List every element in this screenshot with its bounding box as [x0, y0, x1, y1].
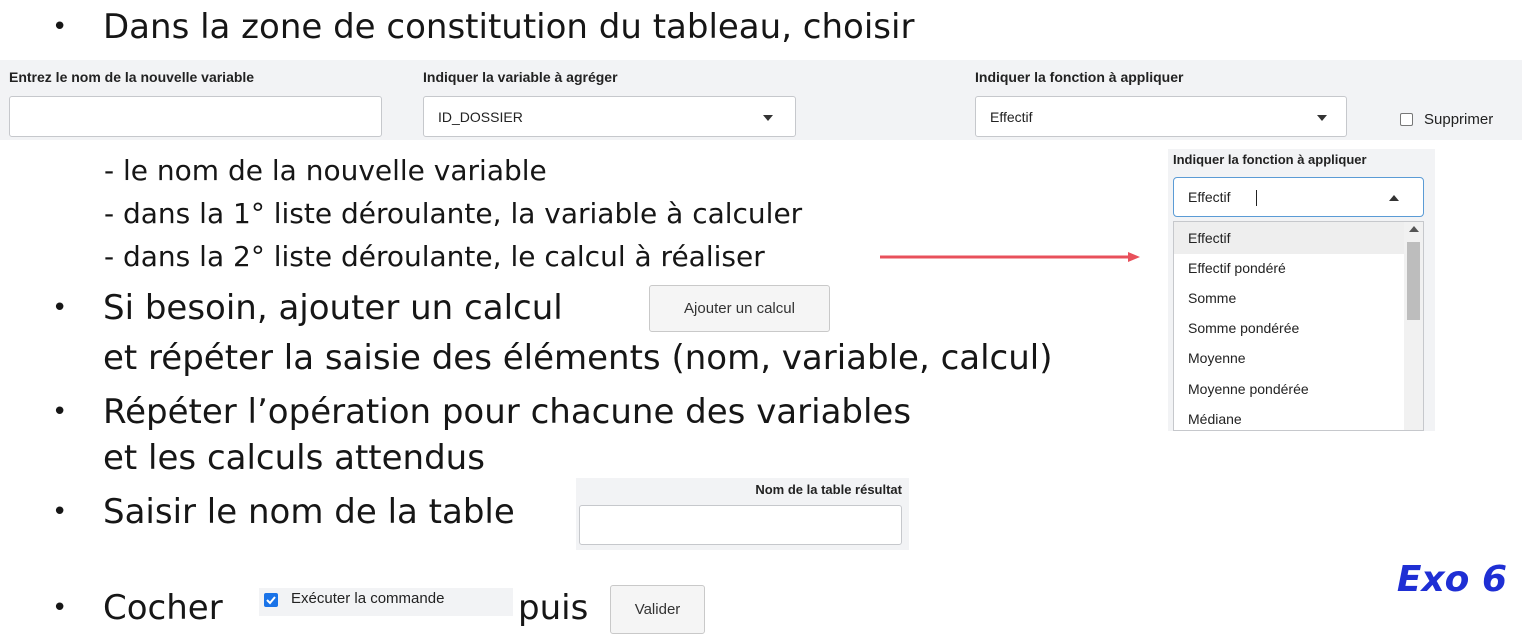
dropdown-option[interactable]: Médiane	[1188, 411, 1242, 427]
instruction-line-5b: puis	[518, 588, 589, 628]
dropdown-label: Indiquer la fonction à appliquer	[1173, 152, 1367, 167]
varname-input[interactable]	[9, 96, 382, 137]
aggvar-select[interactable]: ID_DOSSIER	[423, 96, 796, 137]
dropdown-select-open[interactable]: Effectif	[1173, 177, 1424, 217]
instruction-sub-1: - le nom de la nouvelle variable	[104, 154, 547, 187]
add-calc-button[interactable]: Ajouter un calcul	[649, 285, 830, 332]
dropdown-scrollbar[interactable]	[1404, 222, 1423, 430]
aggvar-label: Indiquer la variable à agréger	[423, 69, 618, 85]
dropdown-value: Effectif	[1188, 189, 1231, 205]
dropdown-option[interactable]: Moyenne	[1188, 350, 1246, 366]
instruction-line-3a: Répéter l’opération pour chacune des var…	[103, 392, 912, 432]
dropdown-option[interactable]: Moyenne pondérée	[1188, 381, 1309, 397]
result-table-label: Nom de la table résultat	[755, 482, 902, 497]
instruction-line-2b: et répéter la saisie des éléments (nom, …	[103, 338, 1053, 378]
dropdown-option[interactable]: Somme pondérée	[1188, 320, 1299, 336]
result-table-input[interactable]	[579, 505, 902, 545]
aggvar-value: ID_DOSSIER	[438, 109, 523, 125]
delete-label: Supprimer	[1424, 111, 1494, 128]
instruction-sub-2: - dans la 1° liste déroulante, la variab…	[104, 197, 803, 230]
bullet: •	[52, 497, 68, 527]
bullet: •	[52, 12, 68, 42]
dropdown-option[interactable]: Somme	[1188, 290, 1236, 306]
execute-option: Exécuter la commande	[259, 588, 513, 616]
bullet: •	[52, 593, 68, 623]
exercise-label: Exo 6	[1396, 559, 1507, 600]
chevron-down-icon	[1317, 115, 1327, 121]
execute-label: Exécuter la commande	[291, 590, 445, 607]
func-label: Indiquer la fonction à appliquer	[975, 69, 1184, 85]
bullet: •	[52, 397, 68, 427]
bullet: •	[52, 293, 68, 323]
chevron-down-icon	[763, 115, 773, 121]
scrollbar-thumb[interactable]	[1407, 242, 1420, 320]
instruction-sub-3: - dans la 2° liste déroulante, le calcul…	[104, 240, 765, 273]
instruction-line-5a: Cocher	[103, 588, 223, 628]
func-value: Effectif	[990, 109, 1033, 125]
varname-label: Entrez le nom de la nouvelle variable	[9, 69, 255, 85]
validate-button[interactable]: Valider	[610, 585, 705, 634]
dropdown-option[interactable]: Effectif	[1188, 230, 1231, 246]
text-cursor	[1256, 190, 1257, 206]
func-select[interactable]: Effectif	[975, 96, 1347, 137]
function-dropdown-panel: Indiquer la fonction à appliquer Effecti…	[1168, 149, 1435, 431]
check-icon	[266, 596, 276, 605]
delete-checkbox[interactable]	[1400, 113, 1413, 126]
scroll-up-icon[interactable]	[1409, 226, 1419, 232]
arrow-right-icon	[880, 252, 1140, 262]
instruction-line-1: Dans la zone de constitution du tableau,…	[103, 7, 915, 47]
result-table-panel: Nom de la table résultat	[576, 478, 909, 550]
instruction-line-4: Saisir le nom de la table	[103, 492, 515, 532]
dropdown-option[interactable]: Effectif pondéré	[1188, 260, 1286, 276]
chevron-up-icon	[1389, 195, 1399, 201]
instruction-line-3b: et les calculs attendus	[103, 438, 485, 478]
form-panel: Entrez le nom de la nouvelle variable In…	[0, 60, 1522, 140]
execute-checkbox[interactable]	[264, 593, 278, 607]
instruction-line-2a: Si besoin, ajouter un calcul	[103, 288, 563, 328]
pointer-arrow	[880, 252, 1140, 262]
dropdown-list: Effectif Effectif pondéré Somme Somme po…	[1173, 221, 1424, 431]
